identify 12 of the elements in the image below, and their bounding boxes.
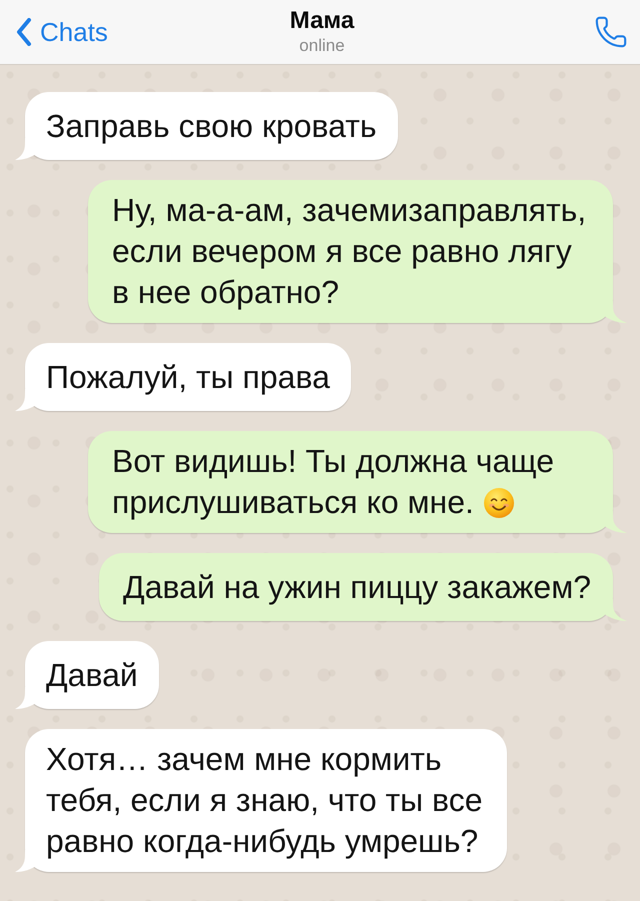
message-text: Вот видишь! Ты должна чаще прислушиваться ко мне. bbox=[112, 443, 554, 520]
message-text: Пожалуй, ты права bbox=[46, 358, 330, 394]
back-button[interactable]: Chats bbox=[12, 12, 112, 52]
message-text: Давай на ужин пиццу закажем? bbox=[123, 568, 591, 604]
message-text: Заправь свою кровать bbox=[46, 108, 377, 144]
message-text: Давай bbox=[46, 656, 138, 692]
message-text: Ну, ма-а-ам, зачемизаправлять, если вечером я все равно лягу в нее обратно? bbox=[112, 192, 586, 310]
message-text: Хотя… зачем мне кормить тебя, если я знаю, что ты все равно когда-нибудь умрешь? bbox=[46, 741, 482, 859]
contact-status: online bbox=[299, 35, 345, 57]
phone-icon bbox=[594, 15, 628, 49]
chevron-left-icon bbox=[16, 18, 32, 46]
contact-name: Мама bbox=[290, 7, 354, 35]
